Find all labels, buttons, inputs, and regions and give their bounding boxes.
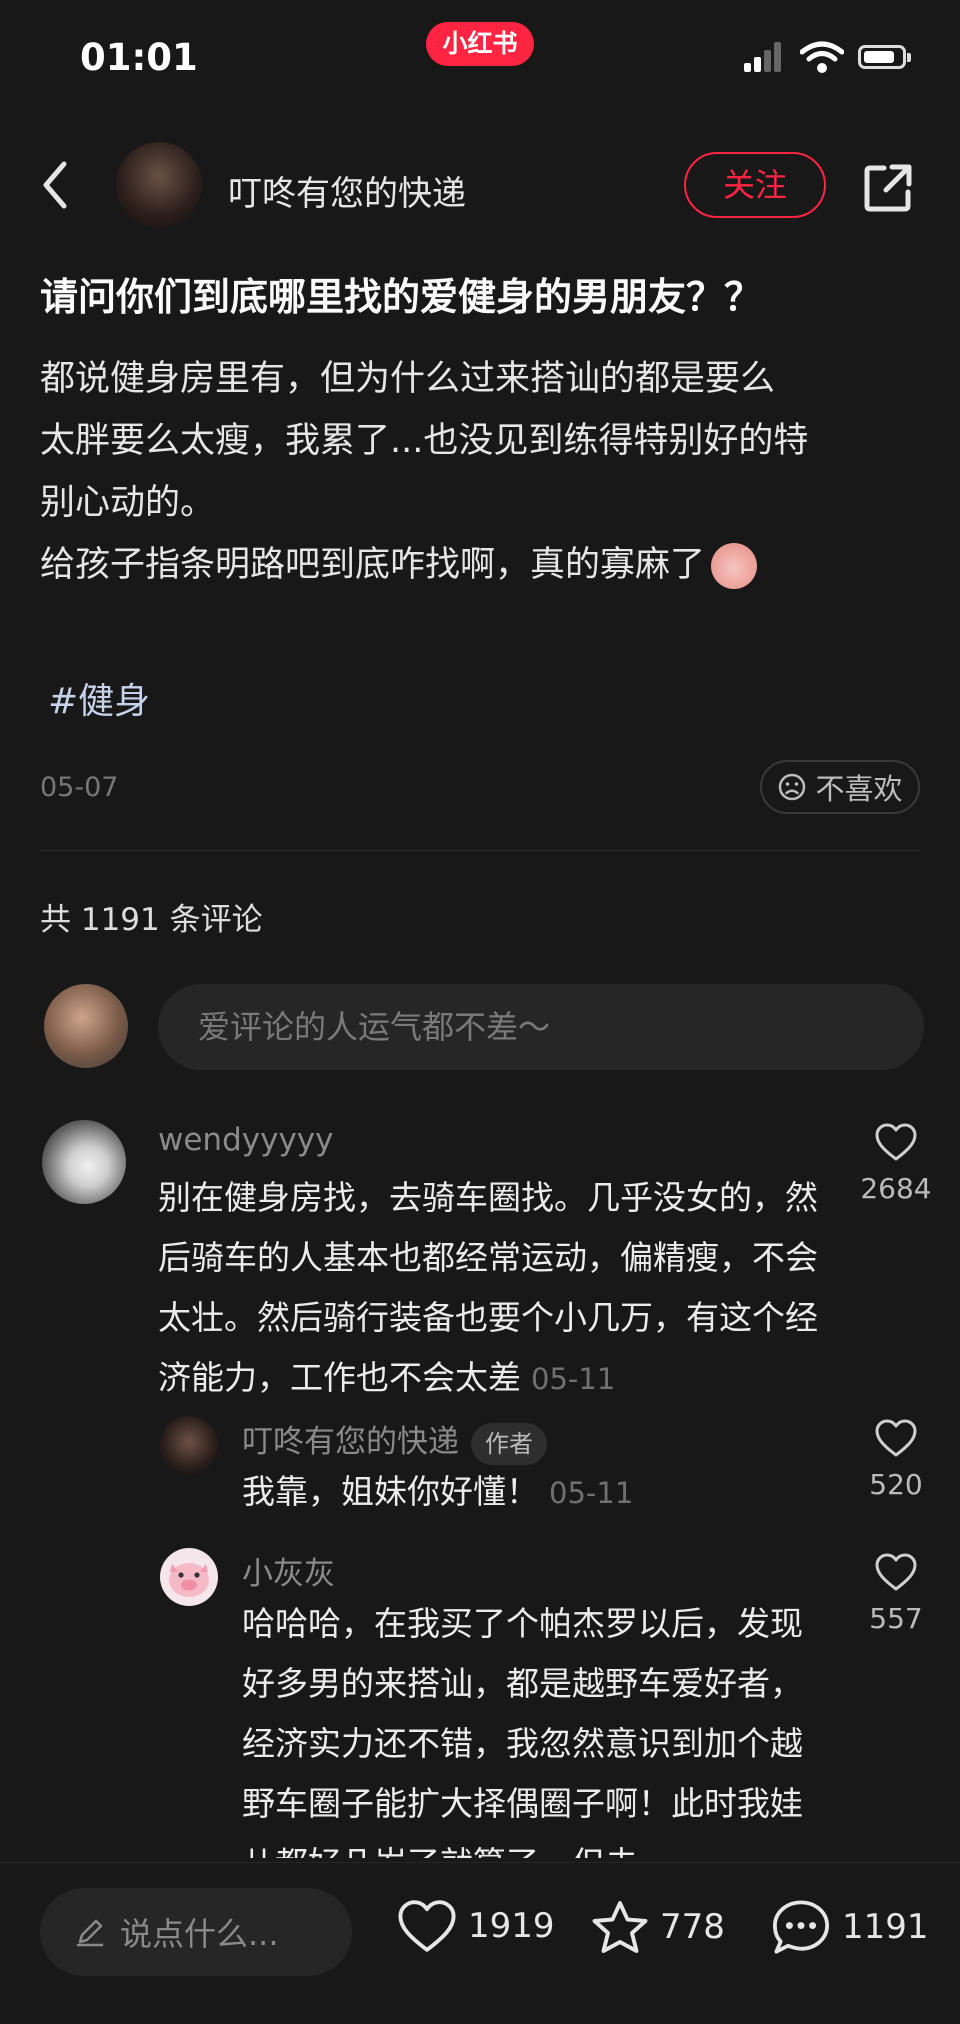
app-badge: 小红书	[426, 22, 534, 66]
battery-icon	[858, 45, 911, 69]
reply-time: 05-11	[549, 1476, 634, 1510]
reply-like-count: 557	[869, 1602, 923, 1635]
commenter-name[interactable]: wendyyyyy	[158, 1122, 333, 1158]
post-body-line: 太胖要么太瘦，我累了...也没见到练得特别好的特	[40, 421, 809, 461]
author-tag: 作者	[471, 1422, 547, 1465]
back-arrow-icon[interactable]	[40, 160, 70, 210]
like-count: 1919	[468, 1906, 555, 1946]
pencil-icon	[76, 1919, 104, 1947]
reply-text: 哈哈哈，在我买了个帕杰罗以后，发现好多男的来搭讪，都是越野车爱好者，经济实力还不…	[242, 1604, 803, 1858]
comment-bubble-icon	[773, 1900, 829, 1954]
post-date: 05-07	[40, 772, 119, 803]
my-avatar	[44, 984, 128, 1068]
reply-like-count: 520	[869, 1468, 923, 1501]
reply-avatar-pig[interactable]	[160, 1548, 218, 1606]
heart-icon	[875, 1553, 917, 1591]
post-body-line: 别心动的。	[40, 483, 216, 523]
dislike-button[interactable]: 不喜欢	[760, 760, 920, 814]
follow-button[interactable]: 关注	[684, 152, 826, 218]
comment-text: 别在健身房找，去骑车圈找。几乎没女的，然后骑车的人基本也都经常运动，偏精瘦，不会…	[158, 1168, 838, 1409]
crying-emoji-icon	[711, 543, 758, 589]
dislike-label: 不喜欢	[815, 772, 903, 806]
say-something-placeholder: 说点什么...	[120, 1915, 279, 1953]
reply-avatar[interactable]	[160, 1416, 218, 1474]
comment-time: 05-11	[531, 1362, 616, 1396]
share-icon[interactable]	[862, 162, 914, 214]
post-body-line: 都说健身房里有，但为什么过来搭讪的都是要么	[40, 359, 776, 399]
comment-count: 共 1191 条评论	[40, 902, 263, 938]
status-time: 01:01	[80, 36, 198, 79]
favorite-button[interactable]: 778	[590, 1898, 725, 1956]
star-icon	[592, 1901, 648, 1953]
say-something-input[interactable]: 说点什么...	[40, 1888, 352, 1976]
author-name[interactable]: 叮咚有您的快递	[228, 166, 466, 215]
post-title: 请问你们到底哪里找的爱健身的男朋友？？	[40, 275, 763, 319]
reply-like-button[interactable]: 557	[856, 1552, 936, 1635]
heart-icon	[398, 1900, 456, 1952]
reply-like-button[interactable]: 520	[856, 1418, 936, 1501]
reply-user-name[interactable]: 小灰灰	[242, 1548, 335, 1593]
heart-icon	[875, 1123, 917, 1161]
comment-input[interactable]: 爱评论的人运气都不差～	[158, 984, 924, 1070]
reply-text: 我靠，姐妹你好懂！ 05-11	[242, 1462, 842, 1523]
like-button[interactable]: 1919	[396, 1898, 555, 1954]
favorite-count: 778	[660, 1907, 725, 1947]
hashtag-link[interactable]: #健身	[48, 672, 150, 724]
heart-icon	[875, 1419, 917, 1457]
comment-total: 1191	[842, 1907, 929, 1947]
comment-like-button[interactable]: 2684	[856, 1122, 936, 1205]
dislike-face-icon	[779, 773, 806, 801]
pig-avatar-icon	[169, 1563, 209, 1597]
post-body-line: 给孩子指条明路吧到底咋找啊，真的寡麻了	[40, 534, 930, 596]
reply-body: 我靠，姐妹你好懂！	[242, 1472, 539, 1511]
wifi-icon	[800, 41, 844, 73]
commenter-avatar[interactable]	[42, 1120, 126, 1204]
author-avatar[interactable]	[116, 142, 202, 228]
reply-user-row: 叮咚有您的快递 作者	[242, 1416, 547, 1465]
divider	[40, 850, 920, 851]
comment-like-count: 2684	[860, 1172, 932, 1205]
comment-body: 别在健身房找，去骑车圈找。几乎没女的，然后骑车的人基本也都经常运动，偏精瘦，不会…	[158, 1178, 818, 1397]
post-body-line-text: 给孩子指条明路吧到底咋找啊，真的寡麻了	[40, 545, 706, 585]
comment-button[interactable]: 1191	[770, 1898, 929, 1956]
post-body: 都说健身房里有，但为什么过来搭讪的都是要么 太胖要么太瘦，我累了...也没见到练…	[40, 348, 930, 596]
reply-user-name[interactable]: 叮咚有您的快递	[242, 1424, 459, 1460]
signal-icon	[744, 42, 782, 72]
